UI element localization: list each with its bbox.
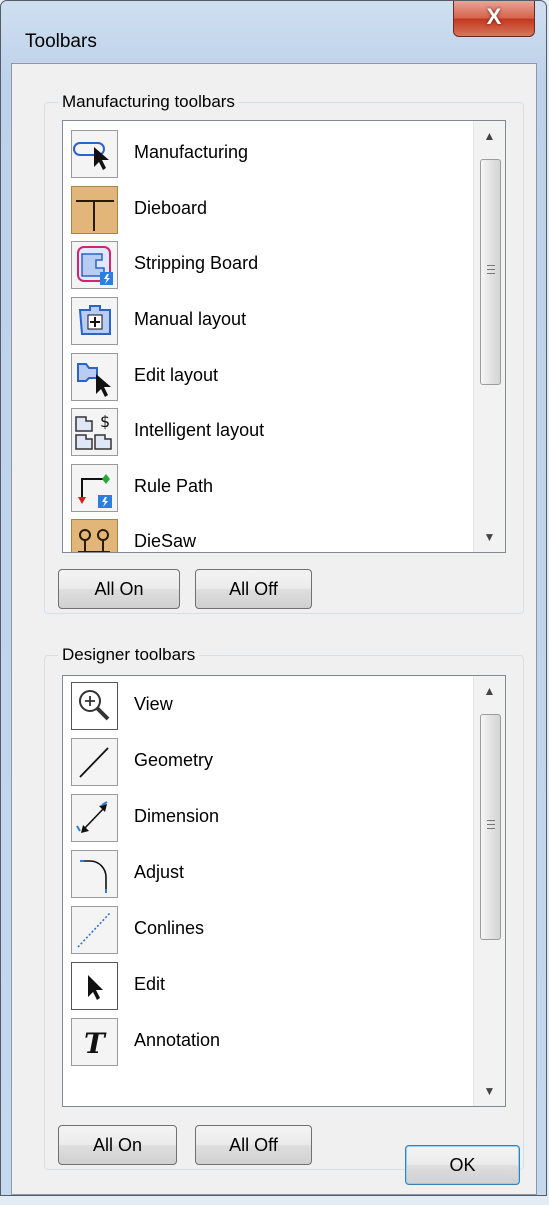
list-item-edit[interactable]: Edit: [71, 962, 461, 1012]
scroll-up-arrow-icon[interactable]: ▲: [474, 676, 505, 706]
list-item-conlines[interactable]: Conlines: [71, 906, 461, 956]
item-label: Manufacturing: [134, 142, 249, 162]
edit-layout-icon: [71, 353, 118, 401]
list-item-dieboard[interactable]: Dieboard: [71, 186, 461, 236]
list-item-diesaw[interactable]: DieSaw: [71, 519, 461, 552]
item-label: Edit: [134, 974, 166, 994]
item-label: Dimension: [134, 806, 220, 826]
manufacturing-icon: [71, 130, 118, 178]
manufacturing-list-scrollbar[interactable]: ▲ ▼: [473, 121, 505, 552]
item-label: Intelligent layout: [134, 420, 265, 440]
scroll-down-arrow-icon[interactable]: ▼: [474, 1076, 505, 1106]
list-item-rule-path[interactable]: Rule Path: [71, 464, 461, 514]
list-item-annotation[interactable]: T Annotation: [71, 1018, 461, 1068]
list-item-stripping-board[interactable]: Stripping Board: [71, 241, 461, 291]
adjust-icon: [71, 850, 118, 898]
scroll-thumb[interactable]: [480, 714, 501, 940]
edit-arrow-icon: [71, 962, 118, 1010]
list-item-adjust[interactable]: Adjust: [71, 850, 461, 900]
designer-toolbars-list[interactable]: View Geometry Dimension Adjust Conlines …: [62, 675, 506, 1107]
close-icon: X: [486, 4, 502, 29]
item-label: Geometry: [134, 750, 214, 770]
scroll-up-arrow-icon[interactable]: ▲: [474, 121, 505, 151]
item-label: DieSaw: [134, 531, 197, 551]
conlines-icon: [71, 906, 118, 954]
manufacturing-all-off-button[interactable]: All Off: [195, 569, 312, 609]
rule-path-icon: [71, 464, 118, 512]
manufacturing-toolbars-list[interactable]: Manufacturing Dieboard Stripping Board M…: [62, 120, 506, 553]
item-label: View: [134, 694, 173, 714]
designer-group-label: Designer toolbars: [58, 645, 200, 665]
designer-all-on-button[interactable]: All On: [58, 1125, 177, 1165]
dimension-icon: [71, 794, 118, 842]
list-item-intelligent-layout[interactable]: $ Intelligent layout: [71, 408, 461, 458]
title-bar[interactable]: Toolbars X: [1, 1, 546, 52]
dieboard-icon: [71, 186, 118, 234]
item-label: Manual layout: [134, 309, 247, 329]
item-label: Stripping Board: [134, 253, 259, 273]
item-label: Annotation: [134, 1030, 221, 1050]
scroll-thumb[interactable]: [480, 159, 501, 385]
item-label: Adjust: [134, 862, 185, 882]
intelligent-layout-icon: $: [71, 408, 118, 456]
item-label: Edit layout: [134, 365, 219, 385]
manufacturing-all-on-button[interactable]: All On: [58, 569, 180, 609]
geometry-line-icon: [71, 738, 118, 786]
manual-layout-icon: [71, 297, 118, 345]
grip-line: [487, 820, 495, 821]
scroll-down-arrow-icon[interactable]: ▼: [474, 522, 505, 552]
grip-line: [487, 265, 495, 266]
list-item-dimension[interactable]: Dimension: [71, 794, 461, 844]
list-item-edit-layout[interactable]: Edit layout: [71, 353, 461, 403]
grip-line: [487, 269, 495, 270]
item-label: Conlines: [134, 918, 205, 938]
manufacturing-group-label: Manufacturing toolbars: [58, 92, 239, 112]
ok-button[interactable]: OK: [405, 1145, 520, 1185]
window-title: Toolbars: [25, 31, 97, 52]
annotation-icon: T: [71, 1018, 118, 1066]
designer-list-scrollbar[interactable]: ▲ ▼: [473, 676, 505, 1106]
view-zoom-icon: [71, 682, 118, 730]
svg-text:T: T: [84, 1027, 107, 1060]
item-label: Rule Path: [134, 476, 214, 496]
list-item-manual-layout[interactable]: Manual layout: [71, 297, 461, 347]
designer-all-off-button[interactable]: All Off: [195, 1125, 312, 1165]
diesaw-icon: [71, 519, 118, 552]
close-button[interactable]: X: [453, 1, 535, 37]
list-item-manufacturing[interactable]: Manufacturing: [71, 130, 461, 180]
list-item-view[interactable]: View: [71, 682, 461, 732]
svg-text:$: $: [100, 412, 110, 431]
list-item-geometry[interactable]: Geometry: [71, 738, 461, 788]
stripping-board-icon: [71, 241, 118, 289]
grip-line: [487, 824, 495, 825]
item-label: Dieboard: [134, 198, 208, 218]
grip-line: [487, 828, 495, 829]
grip-line: [487, 273, 495, 274]
